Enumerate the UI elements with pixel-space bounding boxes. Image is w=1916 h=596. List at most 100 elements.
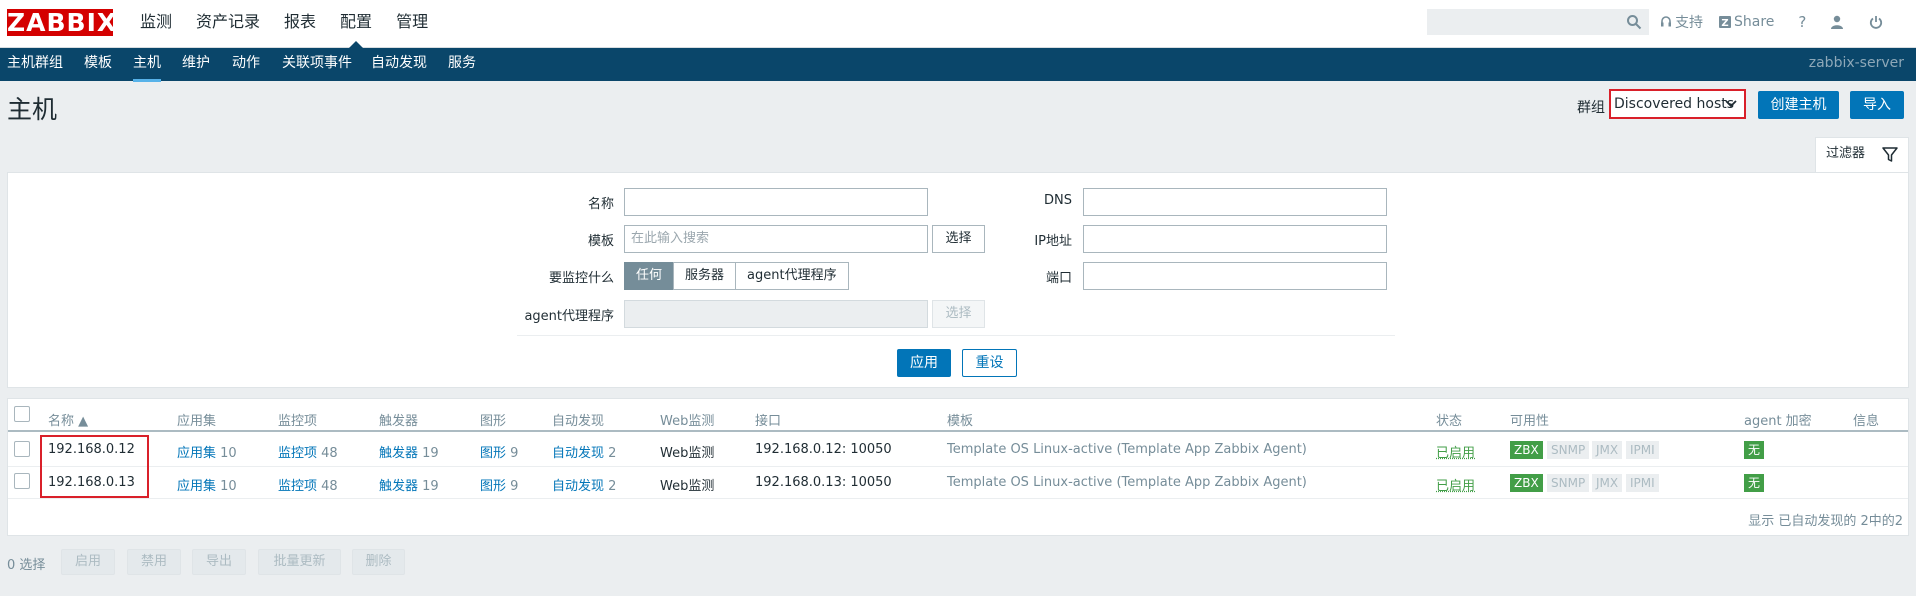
subnav-services[interactable]: 服务 bbox=[448, 48, 476, 79]
discovery-count: 2 bbox=[608, 479, 617, 494]
nav-administration[interactable]: 管理 bbox=[384, 0, 440, 48]
col-availability: 可用性 bbox=[1510, 414, 1550, 429]
filter-monitored-by-label: 要监控什么 bbox=[548, 271, 614, 286]
support-link[interactable]: 支持 bbox=[1660, 12, 1703, 32]
group-label: 群组 bbox=[1577, 100, 1605, 116]
search-icon[interactable] bbox=[1626, 14, 1642, 30]
highlight-box bbox=[40, 435, 149, 498]
row-checkbox[interactable] bbox=[14, 441, 30, 457]
mass-update-button[interactable]: 批量更新 bbox=[258, 549, 341, 575]
filter-ip-input[interactable] bbox=[1083, 225, 1387, 253]
subnav-discovery[interactable]: 自动发现 bbox=[371, 48, 427, 79]
triggers-link[interactable]: 触发器 bbox=[379, 446, 418, 461]
filter-name-input[interactable] bbox=[624, 188, 928, 216]
filter-dns-input[interactable] bbox=[1083, 188, 1387, 216]
discovery-link[interactable]: 自动发现 bbox=[552, 479, 604, 494]
col-info: 信息 bbox=[1853, 414, 1880, 429]
enable-button[interactable]: 启用 bbox=[61, 549, 115, 575]
help-button[interactable]: ? bbox=[1798, 13, 1806, 31]
status-link[interactable]: 已启用 bbox=[1436, 442, 1475, 461]
col-applications: 应用集 bbox=[177, 414, 217, 429]
table-summary: 显示 已自动发现的 2中的2 bbox=[1748, 514, 1903, 529]
col-encryption: agent 加密 bbox=[1744, 414, 1812, 429]
items-count: 48 bbox=[321, 446, 338, 461]
filter-panel bbox=[7, 172, 1909, 388]
profile-button[interactable] bbox=[1830, 15, 1847, 29]
template-select-button[interactable]: 选择 bbox=[932, 225, 985, 253]
triggers-link[interactable]: 触发器 bbox=[379, 479, 418, 494]
col-web: Web监测 bbox=[660, 414, 715, 429]
sub-nav: 主机群组 模板 主机 维护 动作 关联项事件 自动发现 服务 zabbix-se… bbox=[0, 48, 1916, 82]
export-button[interactable]: 导出 bbox=[192, 549, 246, 575]
row-checkbox[interactable] bbox=[14, 473, 30, 489]
monitored-by-any[interactable]: 任何 bbox=[624, 262, 675, 290]
share-link[interactable]: Z Share bbox=[1719, 14, 1774, 30]
selected-count: 0 选择 bbox=[7, 558, 46, 573]
filter-port-input[interactable] bbox=[1083, 262, 1387, 290]
filter-reset-button[interactable]: 重设 bbox=[962, 349, 1017, 377]
nav-monitoring[interactable]: 监测 bbox=[128, 0, 184, 48]
select-all-checkbox[interactable] bbox=[14, 406, 30, 422]
applications-link[interactable]: 应用集 bbox=[177, 446, 216, 461]
availability-jmx: JMX bbox=[1592, 474, 1623, 492]
items-link[interactable]: 监控项 bbox=[278, 446, 317, 461]
filter-proxy-label: agent代理程序 bbox=[524, 309, 614, 324]
subnav-host-groups[interactable]: 主机群组 bbox=[7, 48, 63, 79]
monitored-by-proxy[interactable]: agent代理程序 bbox=[735, 262, 849, 290]
page-title: 主机 bbox=[7, 95, 58, 124]
subnav-maintenance[interactable]: 维护 bbox=[182, 48, 210, 79]
import-button[interactable]: 导入 bbox=[1850, 91, 1904, 119]
subnav-templates[interactable]: 模板 bbox=[84, 48, 112, 79]
interface-value: 192.168.0.12: 10050 bbox=[755, 442, 892, 457]
search-input[interactable] bbox=[1428, 10, 1618, 34]
discovery-link[interactable]: 自动发现 bbox=[552, 446, 604, 461]
zabbix-logo[interactable]: ZABBIX bbox=[7, 9, 116, 36]
filter-apply-button[interactable]: 应用 bbox=[897, 349, 951, 377]
logout-button[interactable] bbox=[1869, 15, 1886, 29]
nav-inventory[interactable]: 资产记录 bbox=[184, 0, 272, 48]
template-parent[interactable]: (Template App Zabbix Agent) bbox=[1116, 442, 1306, 457]
share-icon: Z bbox=[1719, 16, 1731, 28]
nav-reports[interactable]: 报表 bbox=[272, 0, 328, 48]
col-items: 监控项 bbox=[278, 414, 318, 429]
monitored-by-server[interactable]: 服务器 bbox=[673, 262, 737, 290]
template-parent[interactable]: (Template App Zabbix Agent) bbox=[1116, 475, 1306, 490]
col-name[interactable]: 名称 ▲ bbox=[48, 410, 88, 429]
availability-zbx: ZBX bbox=[1510, 474, 1543, 492]
header-tools: 支持 Z Share ? bbox=[1660, 0, 1902, 44]
web-link[interactable]: Web监测 bbox=[660, 475, 714, 494]
filter-tab[interactable]: 过滤器 bbox=[1815, 137, 1909, 173]
col-status[interactable]: 状态 bbox=[1436, 410, 1462, 429]
subnav-actions[interactable]: 动作 bbox=[232, 48, 260, 79]
availability-jmx: JMX bbox=[1592, 441, 1623, 459]
graphs-count: 9 bbox=[510, 446, 519, 461]
subnav-hosts[interactable]: 主机 bbox=[133, 48, 161, 82]
delete-button[interactable]: 删除 bbox=[352, 549, 405, 575]
table-header-divider bbox=[8, 430, 1908, 432]
filter-ip-label: IP地址 bbox=[1034, 234, 1072, 249]
items-link[interactable]: 监控项 bbox=[278, 479, 317, 494]
subnav-event-correlation[interactable]: 关联项事件 bbox=[282, 48, 352, 79]
applications-link[interactable]: 应用集 bbox=[177, 479, 216, 494]
top-header: ZABBIX 监测 资产记录 报表 配置 管理 支持 Z Share ? bbox=[0, 0, 1916, 49]
filter-template-input[interactable]: 在此输入搜索 bbox=[624, 225, 928, 253]
graphs-link[interactable]: 图形 bbox=[480, 446, 506, 461]
graphs-link[interactable]: 图形 bbox=[480, 479, 506, 494]
nav-configuration[interactable]: 配置 bbox=[328, 0, 384, 49]
interface-value: 192.168.0.13: 10050 bbox=[755, 475, 892, 490]
triggers-count: 19 bbox=[422, 479, 439, 494]
encryption-badge: 无 bbox=[1744, 474, 1765, 492]
availability-snmp: SNMP bbox=[1547, 441, 1590, 459]
status-link[interactable]: 已启用 bbox=[1436, 475, 1475, 494]
main-nav: 监测 资产记录 报表 配置 管理 bbox=[128, 0, 440, 49]
svg-text:Z: Z bbox=[1721, 18, 1728, 28]
triggers-count: 19 bbox=[422, 446, 439, 461]
template-link[interactable]: Template OS Linux-active bbox=[947, 442, 1112, 457]
col-interface: 接口 bbox=[755, 414, 782, 429]
create-host-button[interactable]: 创建主机 bbox=[1758, 91, 1839, 119]
group-select[interactable]: Discovered hosts bbox=[1609, 89, 1746, 119]
proxy-select-button: 选择 bbox=[932, 300, 985, 328]
web-link[interactable]: Web监测 bbox=[660, 442, 714, 461]
disable-button[interactable]: 禁用 bbox=[127, 549, 181, 575]
template-link[interactable]: Template OS Linux-active bbox=[947, 475, 1112, 490]
